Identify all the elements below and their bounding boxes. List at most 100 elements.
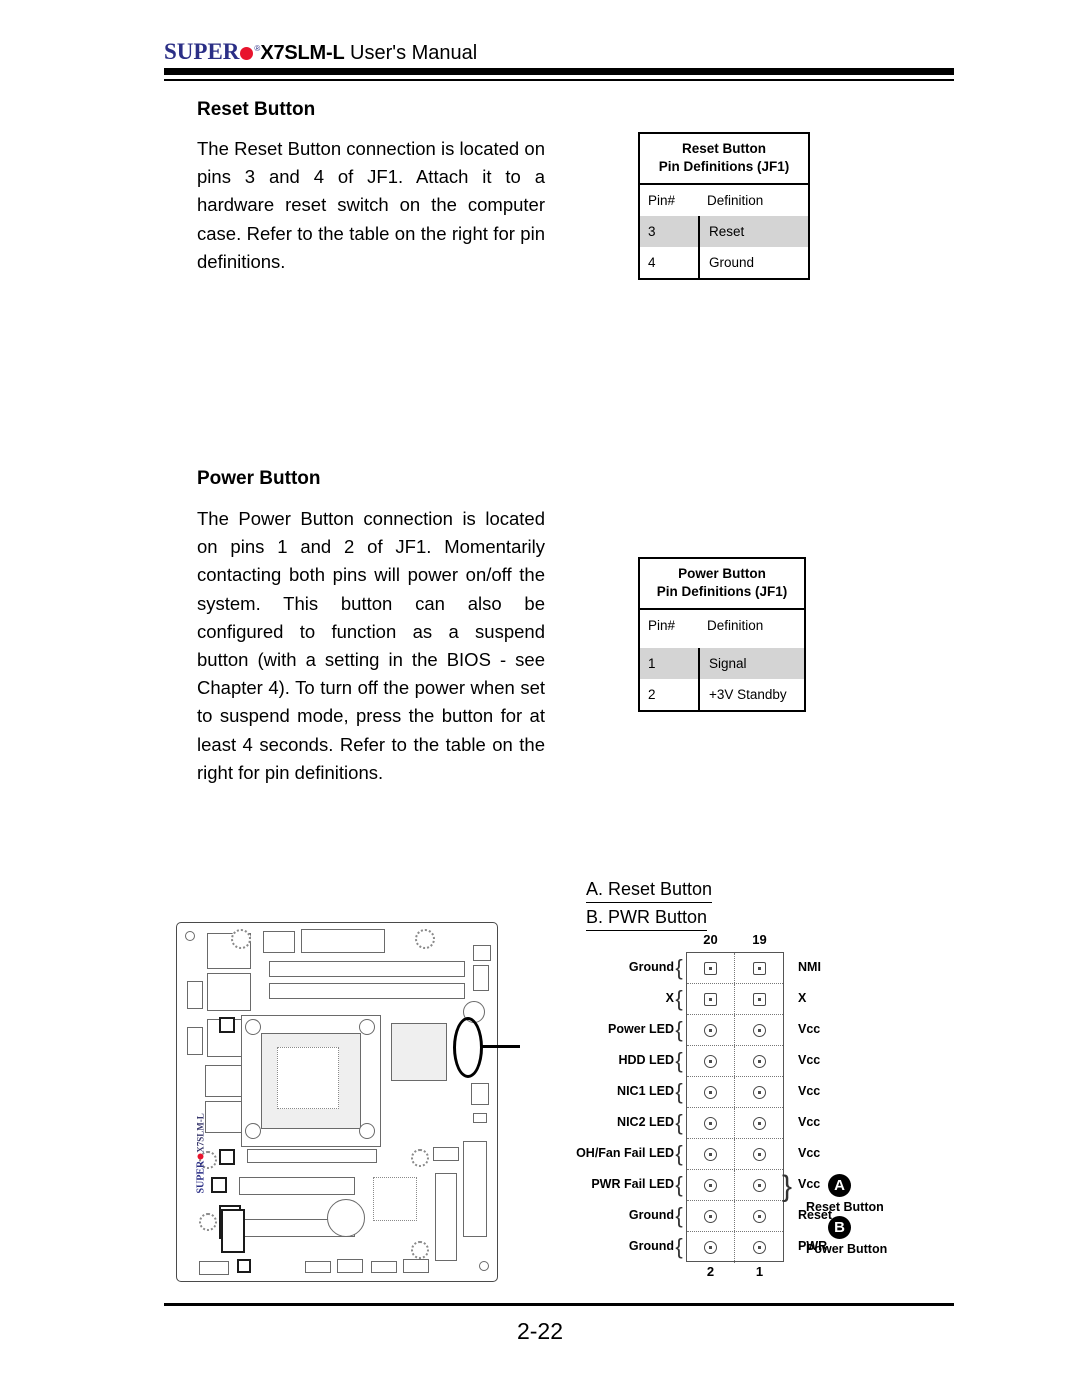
mounting-hole xyxy=(479,1261,489,1271)
power-row-0-pin: 1 xyxy=(648,656,656,671)
jf1-pointer-arrow xyxy=(482,1045,520,1048)
jf1-label-brace: { xyxy=(675,955,683,980)
jf1-left-label: X xyxy=(665,991,674,1005)
board-model-text: X7SLM-L xyxy=(260,42,345,64)
jf1-label-brace: { xyxy=(675,1141,683,1166)
usb-header xyxy=(305,1261,331,1273)
brand-super-text: SUPER xyxy=(164,39,240,64)
jf1-label-brace: { xyxy=(675,1079,683,1104)
jf1-pin-cell xyxy=(687,1170,735,1200)
jf1-pin-cell xyxy=(687,1046,735,1076)
jf1-pin-row xyxy=(687,1015,783,1046)
silkscreen-model-text: X7SLM-L xyxy=(195,1113,206,1153)
io-port-shroud xyxy=(187,981,203,1009)
reset-row-0-pin: 3 xyxy=(648,224,656,239)
bios-chip xyxy=(219,1149,235,1165)
atx-12v-header xyxy=(263,931,295,953)
jf1-pin-cell xyxy=(735,1201,783,1231)
voltage-regulator xyxy=(219,1017,235,1033)
pin-icon xyxy=(752,1054,766,1068)
reset-table-caption-line1: Reset Button xyxy=(682,141,766,156)
jf1-callout-brace: } xyxy=(782,1170,793,1203)
jf1-pin-cell xyxy=(735,984,783,1014)
jf1-pin-grid xyxy=(686,952,784,1263)
jumper-block xyxy=(237,1259,251,1273)
callout-label-a: Reset Button xyxy=(806,1200,884,1214)
power-table-col-def: Definition xyxy=(707,618,764,633)
pin-icon xyxy=(704,1054,717,1068)
com-header xyxy=(403,1259,429,1273)
table-row: 1 Signal xyxy=(640,648,804,679)
jf1-label-brace: { xyxy=(675,1017,683,1042)
pin-icon xyxy=(752,1116,766,1130)
power-table-caption-line2: Pin Definitions (JF1) xyxy=(656,584,788,599)
pin-icon xyxy=(704,1023,717,1037)
jf1-right-label: Vcc xyxy=(798,1022,821,1036)
callout-badge-b: B xyxy=(828,1216,851,1239)
io-connector-block xyxy=(207,973,251,1011)
pin-icon xyxy=(704,1085,717,1099)
header-rule-thick xyxy=(164,68,954,75)
mounting-hole xyxy=(185,931,195,941)
reset-row-0-definition: Reset xyxy=(698,216,808,247)
clock-generator-chip xyxy=(211,1177,227,1193)
jf1-pin-cell xyxy=(687,953,735,983)
reset-table-col-pin: Pin# xyxy=(648,193,676,208)
silkscreen-dot-icon xyxy=(197,1153,204,1160)
jf1-pin-cell xyxy=(687,1139,735,1169)
jf1-pin-row xyxy=(687,1201,783,1232)
jf1-left-label: Power LED xyxy=(608,1022,674,1036)
silkscreen-brand-text: SUPER xyxy=(195,1160,207,1194)
jf1-connector-diagram: 20 19 2 1 Ground{X{Power LED{HDD LED{NIC… xyxy=(560,930,960,1290)
jf1-pin-cell xyxy=(735,1046,783,1076)
pin-icon xyxy=(704,961,717,975)
figure-legend-item-b: B. PWR Button xyxy=(586,905,708,931)
jf1-right-label: Vcc xyxy=(798,1146,821,1160)
jf1-bottom-right-pin-number: 1 xyxy=(755,1264,764,1279)
table-row: 3 Reset xyxy=(640,216,808,247)
board-silkscreen-label: SUPER X7SLM-L xyxy=(195,1108,207,1194)
atx-power-header xyxy=(301,929,385,953)
edge-header xyxy=(473,945,491,961)
reset-button-paragraph: The Reset Button connection is located o… xyxy=(197,138,545,272)
fan-header xyxy=(411,1241,429,1259)
power-row-0-definition: Signal xyxy=(698,648,804,679)
jf1-right-label: Vcc xyxy=(798,1084,821,1098)
jf1-pin-cell xyxy=(687,1108,735,1138)
jf1-left-label: Ground xyxy=(628,960,674,974)
jf1-pin-cell xyxy=(687,1232,735,1263)
motherboard-layout-figure: SUPER X7SLM-L xyxy=(172,918,520,1290)
reset-table-col-def: Definition xyxy=(707,193,764,208)
motherboard-outline: SUPER X7SLM-L xyxy=(176,922,498,1282)
southbridge-chip xyxy=(373,1177,417,1221)
jf1-pin-row xyxy=(687,1232,783,1263)
pin-icon xyxy=(752,1178,766,1192)
jf1-pin-cell xyxy=(735,1232,783,1263)
jf1-pin-row xyxy=(687,1108,783,1139)
reset-table-caption: Reset Button Pin Definitions (JF1) xyxy=(640,134,808,185)
fan-header xyxy=(199,1213,217,1231)
jf1-pin-cell xyxy=(687,1077,735,1107)
jf1-pin-row xyxy=(687,1046,783,1077)
heatsink-mount-hole xyxy=(245,1019,261,1035)
jf1-pin-cell xyxy=(735,1108,783,1138)
pin-icon xyxy=(704,1147,717,1161)
fan-header xyxy=(231,929,251,949)
pin-icon xyxy=(704,992,717,1006)
pin-icon xyxy=(704,1178,717,1192)
jf1-right-label: Vcc xyxy=(798,1177,821,1191)
jf1-pin-cell xyxy=(687,984,735,1014)
cpu-socket-pins xyxy=(277,1047,339,1109)
jf1-left-label: Ground xyxy=(628,1239,674,1253)
jf1-pin-cell xyxy=(735,1139,783,1169)
sata-connector xyxy=(433,1147,459,1161)
audio-header xyxy=(371,1261,397,1273)
manual-label-text: User's Manual xyxy=(344,42,478,64)
jf1-bottom-left-pin-number: 2 xyxy=(706,1264,715,1279)
jf1-pin-row xyxy=(687,1077,783,1108)
pin-icon xyxy=(752,961,766,975)
jf1-pin-cell xyxy=(735,1077,783,1107)
jf1-label-brace: { xyxy=(675,1203,683,1228)
jf1-pin-row xyxy=(687,1139,783,1170)
jf1-pin-cell xyxy=(735,953,783,983)
